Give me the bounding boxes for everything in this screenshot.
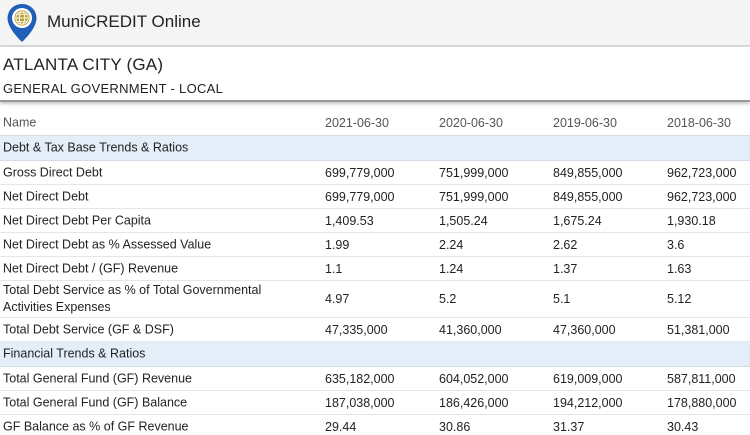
row-value: 186,426,000 (439, 395, 509, 410)
row-value: 604,052,000 (439, 371, 509, 386)
table-row: Total General Fund (GF) Revenue 635,182,… (0, 367, 750, 391)
row-value: 194,212,000 (553, 395, 623, 410)
entity-type: GENERAL GOVERNMENT - LOCAL (3, 81, 224, 96)
row-value: 1.1 (325, 261, 343, 276)
row-value: 619,009,000 (553, 371, 623, 386)
column-header-period[interactable]: 2018-06-30 (667, 116, 731, 130)
table-row: Total General Fund (GF) Balance 187,038,… (0, 391, 750, 415)
section-title: Financial Trends & Ratios (3, 346, 146, 361)
row-value: 1.63 (667, 261, 692, 276)
row-label: Net Direct Debt Per Capita (3, 213, 151, 227)
row-value: 1.24 (439, 261, 464, 276)
row-label: Total General Fund (GF) Balance (3, 395, 188, 409)
column-header-period[interactable]: 2019-06-30 (553, 116, 617, 130)
app-bar: MuniCREDIT Online (0, 0, 750, 46)
column-header-name[interactable]: Name (3, 114, 313, 131)
row-value: 41,360,000 (439, 322, 502, 337)
table-row: Net Direct Debt Per Capita 1,409.53 1,50… (0, 209, 750, 233)
row-label: Total Debt Service (GF & DSF) (3, 322, 174, 336)
row-value: 51,381,000 (667, 322, 730, 337)
row-value: 751,999,000 (439, 165, 509, 180)
row-value: 1,505.24 (439, 213, 488, 228)
row-label: Net Direct Debt / (GF) Revenue (3, 261, 179, 275)
row-value: 5.1 (553, 292, 571, 306)
row-label: Total General Fund (GF) Revenue (3, 371, 192, 385)
row-label: Net Direct Debt as % Assessed Value (3, 237, 212, 251)
row-value: 849,855,000 (553, 189, 623, 204)
row-value: 47,360,000 (553, 322, 616, 337)
column-header-period[interactable]: 2020-06-30 (439, 116, 503, 130)
row-value: 1,675.24 (553, 213, 602, 228)
section-title: Debt & Tax Base Trends & Ratios (3, 140, 189, 155)
app-title: MuniCREDIT Online (47, 12, 201, 31)
row-value: 4.97 (325, 292, 350, 306)
row-value: 178,880,000 (667, 395, 737, 410)
row-value: 2.24 (439, 237, 464, 252)
app-logo-icon[interactable] (6, 3, 38, 43)
row-value: 751,999,000 (439, 189, 509, 204)
row-label: Gross Direct Debt (3, 165, 103, 179)
row-value: 587,811,000 (667, 371, 736, 386)
column-header-period[interactable]: 2021-06-30 (325, 116, 389, 130)
row-value: 1,930.18 (667, 213, 716, 228)
table-row: GF Balance as % of GF Revenue 29.44 30.8… (0, 415, 750, 435)
table-row: Net Direct Debt as % Assessed Value 1.99… (0, 233, 750, 257)
row-value: 30.43 (667, 419, 699, 434)
row-value: 1.37 (553, 261, 578, 276)
financial-table: Name 2021-06-30 2020-06-30 2019-06-30 20… (0, 110, 750, 435)
row-value: 3.6 (667, 237, 685, 252)
row-value: 187,038,000 (325, 395, 395, 410)
entity-name: ATLANTA CITY (GA) (3, 55, 164, 74)
row-value: 849,855,000 (553, 165, 623, 180)
row-value: 962,723,000 (667, 165, 737, 180)
row-value: 31.37 (553, 419, 585, 434)
row-value: 5.12 (667, 292, 692, 306)
row-value: 5.2 (439, 292, 457, 306)
row-value: 47,335,000 (325, 322, 388, 337)
row-value: 2.62 (553, 237, 578, 252)
row-label: Net Direct Debt (3, 189, 89, 203)
section-header-financial[interactable]: Financial Trends & Ratios (0, 342, 750, 367)
section-header-debt[interactable]: Debt & Tax Base Trends & Ratios (0, 136, 750, 161)
row-value: 699,779,000 (325, 165, 395, 180)
row-value: 30.86 (439, 419, 471, 434)
table-header-row: Name 2021-06-30 2020-06-30 2019-06-30 20… (0, 110, 750, 136)
row-label: Total Debt Service as % of Total Governm… (3, 283, 262, 314)
row-value: 29.44 (325, 419, 357, 434)
row-value: 962,723,000 (667, 189, 737, 204)
table-row: Total Debt Service (GF & DSF) 47,335,000… (0, 318, 750, 342)
table-row: Net Direct Debt / (GF) Revenue 1.1 1.24 … (0, 257, 750, 281)
row-value: 699,779,000 (325, 189, 395, 204)
row-value: 1.99 (325, 237, 350, 252)
row-value: 1,409.53 (325, 213, 374, 228)
table-row: Total Debt Service as % of Total Governm… (0, 281, 750, 318)
table-row: Net Direct Debt 699,779,000 751,999,000 … (0, 185, 750, 209)
row-label: GF Balance as % of GF Revenue (3, 419, 189, 433)
entity-header: ATLANTA CITY (GA) GENERAL GOVERNMENT - L… (0, 47, 750, 102)
row-value: 635,182,000 (325, 371, 395, 386)
table-row: Gross Direct Debt 699,779,000 751,999,00… (0, 161, 750, 185)
